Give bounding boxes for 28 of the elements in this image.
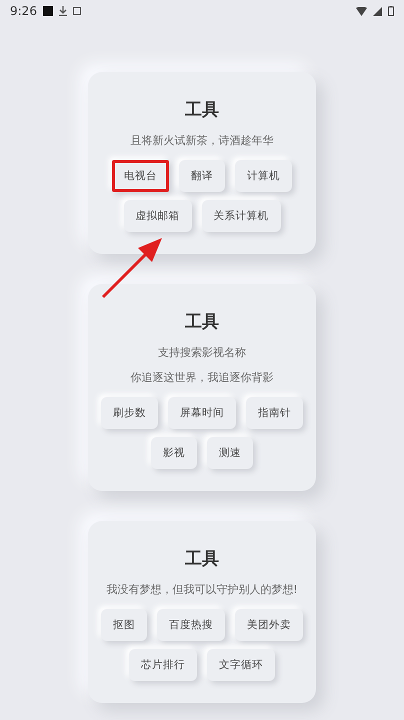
tool-button[interactable]: 影视	[151, 437, 197, 469]
tool-button[interactable]: 屏幕时间	[168, 397, 236, 429]
tool-button[interactable]: 刷步数	[101, 397, 158, 429]
status-time: 9:26	[10, 4, 37, 18]
tool-button[interactable]: 美团外卖	[235, 609, 303, 641]
tool-button[interactable]: 计算机	[235, 160, 292, 192]
card-title: 工具	[185, 548, 219, 570]
tool-button[interactable]: 电视台	[112, 160, 169, 192]
card-title: 工具	[185, 311, 219, 333]
card-subtitle: 我没有梦想，但我可以守护别人的梦想!	[106, 582, 298, 597]
card-subtitle: 你追逐这世界，我追逐你背影	[130, 370, 274, 385]
download-icon	[58, 6, 67, 16]
tool-button[interactable]: 芯片排行	[129, 649, 197, 681]
card-title: 工具	[185, 99, 219, 121]
tool-button[interactable]: 百度热搜	[157, 609, 225, 641]
tool-button[interactable]: 抠图	[101, 609, 147, 641]
annotation-arrow	[102, 238, 162, 298]
wifi-icon	[356, 6, 367, 16]
tool-button[interactable]: 测速	[207, 437, 253, 469]
signal-icon	[373, 6, 382, 16]
card-subtitle: 且将新火试新茶，诗酒趁年华	[130, 133, 274, 148]
app-notification-icon	[42, 6, 53, 16]
card-subtitle: 支持搜索影视名称	[158, 345, 246, 360]
tool-button[interactable]: 指南针	[246, 397, 303, 429]
tool-button[interactable]: 翻译	[179, 160, 225, 192]
battery-icon	[388, 6, 394, 16]
notification-icon	[72, 7, 81, 15]
tool-button[interactable]: 文字循环	[207, 649, 275, 681]
